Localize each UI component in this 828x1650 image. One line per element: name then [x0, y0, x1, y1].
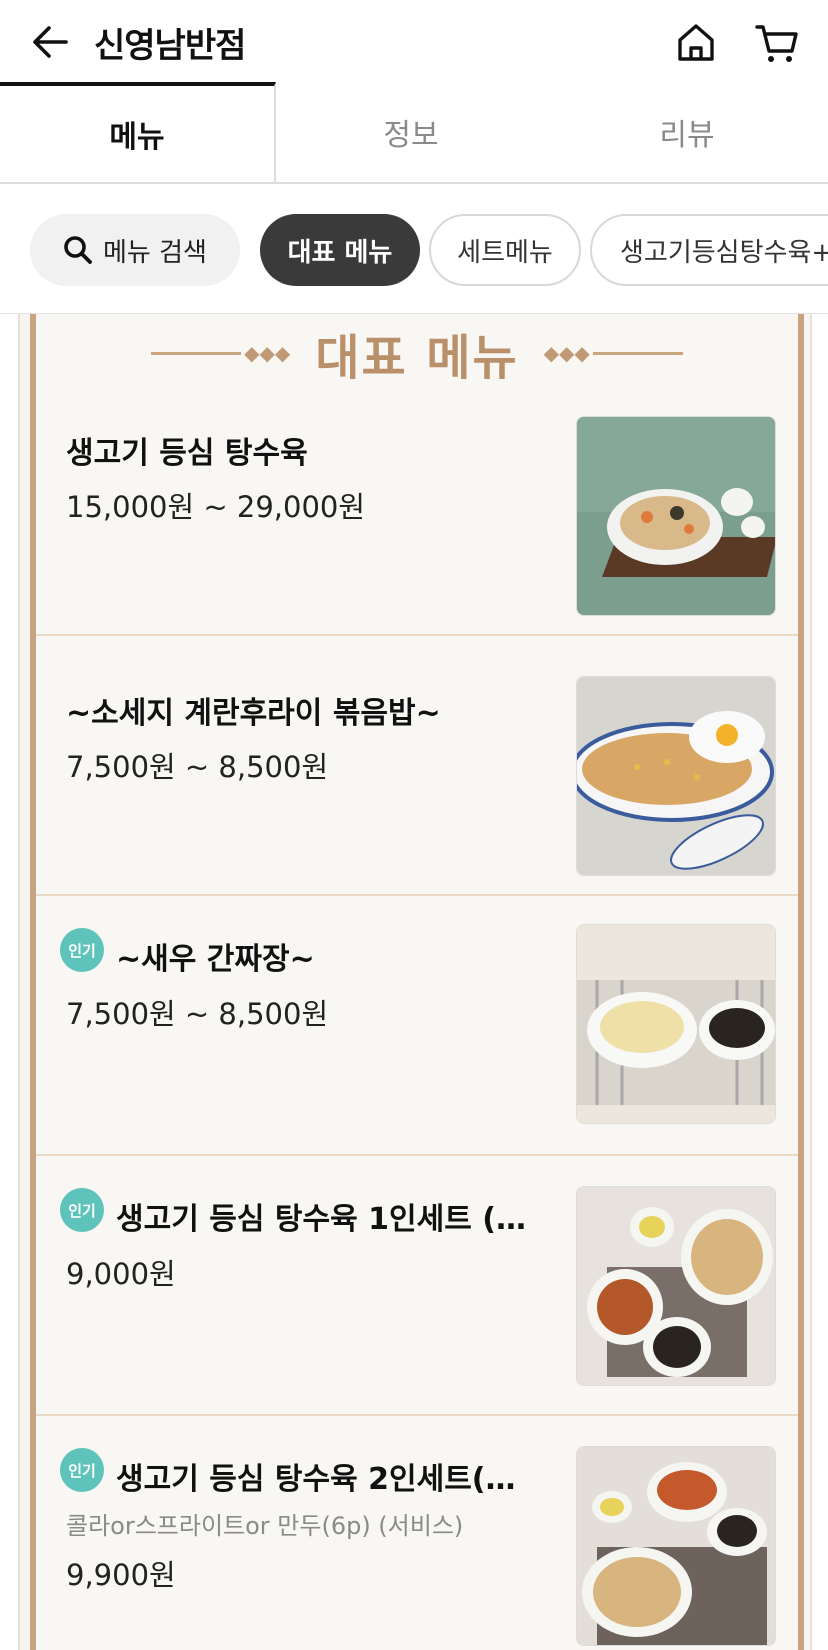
menu-item-name: ~새우 간짜장~ — [116, 942, 315, 977]
menu-item-name: 생고기 등심 탕수육 2인세트(식… — [116, 1462, 536, 1497]
menu-item-name: 생고기 등심 탕수육 — [66, 436, 308, 471]
menu-item-name: ~소세지 계란후라이 볶음밥~ — [66, 696, 441, 731]
arrow-left-icon — [33, 26, 68, 58]
popular-badge: 인기 — [60, 1188, 104, 1232]
menu-search-label: 메뉴 검색 — [103, 237, 207, 268]
app-header: 신영남반점 — [0, 0, 828, 82]
menu-item-price: 9,900원 — [66, 1558, 176, 1592]
menu-panel: ◆◆◆ 대표 메뉴 ◆◆◆ 생고기 등심 탕수육 15,000원 ~ 29,00… — [18, 314, 812, 1650]
menu-item-price: 7,500원 ~ 8,500원 — [66, 750, 329, 784]
chip-set-menu[interactable]: 세트메뉴 — [429, 214, 581, 286]
menu-item-photo — [576, 924, 776, 1124]
chip-featured-menu[interactable]: 대표 메뉴 — [260, 214, 420, 286]
search-icon — [63, 235, 93, 265]
menu-item[interactable]: ~소세지 계란후라이 볶음밥~ 7,500원 ~ 8,500원 — [36, 636, 798, 896]
home-icon — [678, 24, 714, 61]
cart-icon — [755, 25, 798, 62]
menu-item-photo — [576, 1186, 776, 1386]
menu-item-price: 15,000원 ~ 29,000원 — [66, 490, 366, 524]
menu-item[interactable]: 인기 생고기 등심 탕수육 2인세트(식… 콜라or스프라이트or 만두(6p)… — [36, 1416, 798, 1650]
popular-badge: 인기 — [60, 928, 104, 972]
menu-item-photo — [576, 676, 776, 876]
home-button[interactable] — [672, 18, 720, 66]
menu-item[interactable]: 인기 생고기 등심 탕수육 1인세트 (식… 9,000원 — [36, 1156, 798, 1416]
menu-item-price: 7,500원 ~ 8,500원 — [66, 997, 329, 1031]
menu-item-price: 9,000원 — [66, 1257, 176, 1291]
back-button[interactable] — [28, 20, 72, 64]
menu-panel-frame: ◆◆◆ 대표 메뉴 ◆◆◆ 생고기 등심 탕수육 15,000원 ~ 29,00… — [30, 314, 804, 1650]
menu-item-photo — [576, 1446, 776, 1646]
section-ornament-right: ◆◆◆ — [541, 341, 683, 365]
menu-item-name: 생고기 등심 탕수육 1인세트 (식… — [116, 1202, 536, 1237]
category-chips: 메뉴 검색 대표 메뉴 세트메뉴 생고기등심탕수육+ — [0, 184, 828, 314]
chip-pork-tangsuyuk[interactable]: 생고기등심탕수육+ — [590, 214, 828, 286]
tab-menu[interactable]: 메뉴 — [0, 82, 276, 182]
menu-search-button[interactable]: 메뉴 검색 — [30, 214, 240, 286]
popular-badge: 인기 — [60, 1448, 104, 1492]
section-ornament-left: ◆◆◆ — [151, 341, 293, 365]
store-title: 신영남반점 — [94, 26, 246, 66]
menu-item[interactable]: 생고기 등심 탕수육 15,000원 ~ 29,000원 — [36, 376, 798, 636]
menu-item-description: 콜라or스프라이트or 만두(6p) (서비스) — [66, 1512, 464, 1540]
tab-reviews[interactable]: 리뷰 — [546, 82, 828, 182]
cart-button[interactable] — [752, 18, 802, 68]
menu-item[interactable]: 인기 ~새우 간짜장~ 7,500원 ~ 8,500원 — [36, 896, 798, 1156]
tab-info[interactable]: 정보 — [276, 82, 546, 182]
menu-item-photo — [576, 416, 776, 616]
store-tabs: 메뉴 정보 리뷰 — [0, 82, 828, 184]
